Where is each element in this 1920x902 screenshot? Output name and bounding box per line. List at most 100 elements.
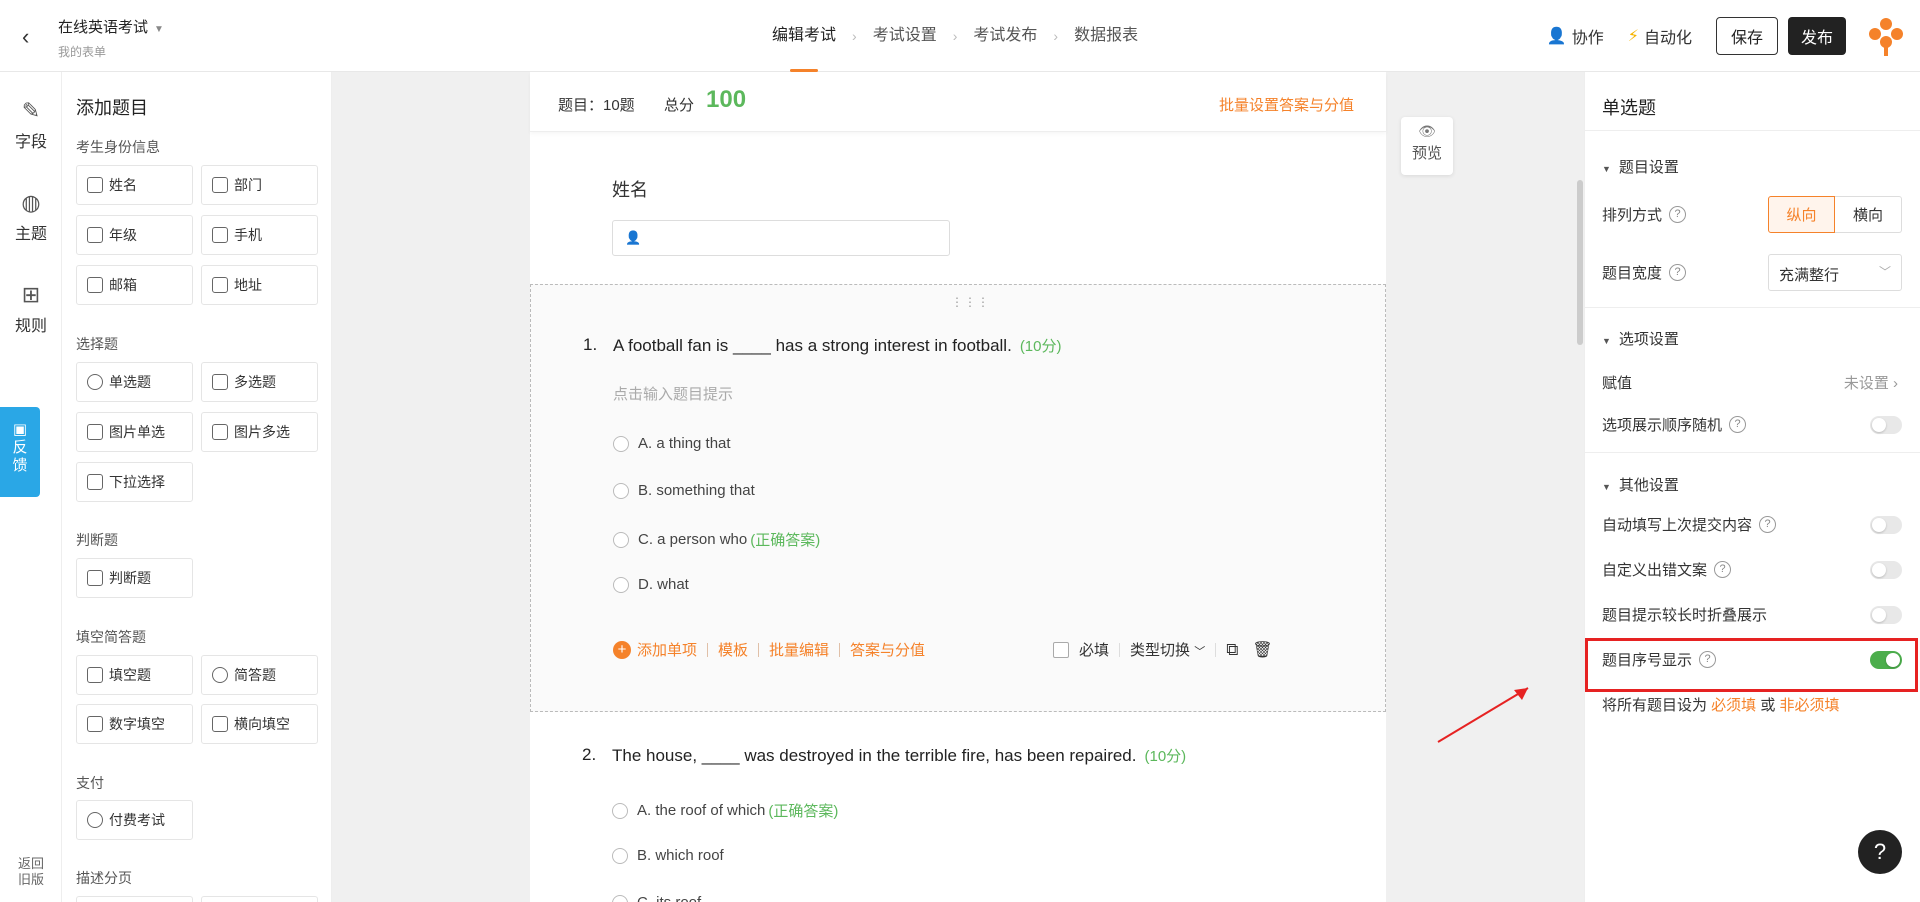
help-icon[interactable]: ? [1729, 416, 1747, 433]
scrollbar[interactable] [1577, 180, 1583, 345]
plus-circle-icon: + [613, 640, 631, 659]
copy-icon[interactable]: ⧉ [1226, 640, 1238, 660]
option-b[interactable]: B. something that [613, 482, 755, 499]
image-icon [87, 424, 103, 440]
save-button[interactable]: 保存 [1716, 17, 1778, 55]
question-text[interactable]: A football fan is ____ has a strong inte… [613, 335, 1062, 356]
section-other-settings[interactable]: ▼ 其他设置 [1602, 474, 1679, 495]
eye-icon: 👁 [1418, 123, 1436, 139]
form-subtitle[interactable]: 我的表单 [58, 43, 106, 60]
question-2-text[interactable]: The house, ____ was destroyed in the ter… [612, 745, 1186, 766]
help-icon[interactable]: ? [1669, 264, 1687, 281]
q2-option-a[interactable]: A. the roof of which (正确答案) [612, 800, 838, 821]
name-input[interactable]: 👤 [612, 220, 950, 256]
layout-vertical-option[interactable]: 纵向 [1768, 196, 1835, 233]
question-actions: 必填 类型切换 ﹀ ⧉ 🗑 [1053, 639, 1273, 660]
field-fill-blank[interactable]: 填空题 [76, 655, 193, 695]
field-image-multi[interactable]: 图片多选 [201, 412, 318, 452]
drag-handle-icon[interactable]: ⋮⋮⋮ [951, 295, 990, 309]
random-order-toggle[interactable] [1870, 416, 1902, 434]
field-email[interactable]: 邮箱 [76, 265, 193, 305]
set-not-required-link[interactable]: 非必须填 [1780, 697, 1840, 714]
q2-option-b[interactable]: B. which roof [612, 847, 724, 864]
add-option-button[interactable]: 添加单项 [637, 639, 697, 660]
custom-error-toggle[interactable] [1870, 561, 1902, 579]
lightning-icon: ⚡ [1627, 28, 1639, 45]
field-grade[interactable]: 年级 [76, 215, 193, 255]
field-department[interactable]: 部门 [201, 165, 318, 205]
user-icon [87, 177, 103, 193]
field-number-blank[interactable]: 数字填空 [76, 704, 193, 744]
help-icon[interactable]: ? [1714, 561, 1732, 578]
layout-horizontal-option[interactable]: 横向 [1835, 196, 1902, 233]
tab-exam-publish[interactable]: 考试发布 [973, 0, 1037, 72]
field-desc-partial[interactable] [76, 896, 193, 902]
rail-item-theme[interactable]: ◍ 主题 [0, 190, 62, 244]
field-page-partial[interactable] [201, 896, 318, 902]
back-to-old-version[interactable]: 返回 旧版 [0, 856, 62, 888]
type-switch-dropdown[interactable]: 类型切换 ﹀ [1130, 639, 1205, 660]
section-desc: 描述分页 [76, 870, 132, 886]
step-tabs: 编辑考试 › 考试设置 › 考试发布 › 数据报表 [772, 0, 1138, 72]
required-checkbox[interactable] [1053, 641, 1069, 658]
tab-data-report[interactable]: 数据报表 [1074, 0, 1138, 72]
question-1-card[interactable]: ⋮⋮⋮ 1. A football fan is ____ has a stro… [530, 284, 1386, 712]
feedback-tab[interactable]: ▣ 反馈 [0, 407, 40, 497]
radio-icon [612, 894, 628, 902]
form-title[interactable]: 在线英语考试 ▼ [58, 16, 164, 37]
section-question-settings[interactable]: ▼ 题目设置 [1602, 156, 1679, 177]
rail-item-rules[interactable]: ⊞ 规则 [0, 282, 62, 336]
option-d[interactable]: D. what [613, 576, 689, 593]
batch-set-answer-link[interactable]: 批量设置答案与分值 [1219, 94, 1354, 115]
field-address[interactable]: 地址 [201, 265, 318, 305]
field-short-answer[interactable]: 简答题 [201, 655, 318, 695]
back-arrow-icon[interactable]: ‹ [22, 24, 29, 50]
assign-value[interactable]: 未设置 › [1844, 372, 1898, 393]
question-hint-input[interactable]: 点击输入题目提示 [613, 383, 733, 404]
help-icon[interactable]: ? [1759, 516, 1777, 533]
rules-icon: ⊞ [21, 282, 41, 307]
random-order-label: 选项展示顺序随机? [1602, 414, 1747, 435]
field-horizontal-blank[interactable]: 横向填空 [201, 704, 318, 744]
collaborate-button[interactable]: 👤 协作 [1547, 24, 1604, 48]
field-single-choice[interactable]: 单选题 [76, 362, 193, 402]
radio-icon [613, 435, 629, 452]
required-label: 必填 [1079, 642, 1110, 659]
divider [839, 642, 841, 657]
section-judge: 判断题 [76, 532, 118, 548]
answer-score-button[interactable]: 答案与分值 [850, 639, 925, 660]
autofill-toggle[interactable] [1870, 516, 1902, 534]
section-option-settings[interactable]: ▼ 选项设置 [1602, 328, 1679, 349]
field-paid-exam[interactable]: 付费考试 [76, 800, 193, 840]
width-select[interactable]: 充满整行 ﹀ [1768, 254, 1902, 291]
fold-hint-toggle[interactable] [1870, 606, 1902, 624]
canvas-header: 题目：10题 总分 100 批量设置答案与分值 [530, 72, 1386, 132]
help-icon[interactable]: ? [1669, 206, 1687, 223]
field-dropdown[interactable]: 下拉选择 [76, 462, 193, 502]
highlight-box-annotation [1585, 638, 1918, 692]
set-all-required-row: 将所有题目设为 必须填 或 非必须填 [1602, 697, 1840, 714]
automation-button[interactable]: ⚡ 自动化 [1628, 24, 1692, 48]
option-c[interactable]: C. a person who (正确答案) [613, 529, 820, 550]
batch-edit-button[interactable]: 批量编辑 [769, 639, 829, 660]
set-required-link[interactable]: 必须填 [1711, 697, 1756, 714]
field-phone[interactable]: 手机 [201, 215, 318, 255]
question-points: (10分) [1019, 338, 1062, 355]
option-a[interactable]: A. a thing that [613, 435, 731, 452]
preview-button[interactable]: 👁 预览 [1401, 117, 1453, 175]
q2-option-c[interactable]: C. its roof [612, 894, 701, 902]
field-true-false[interactable]: 判断题 [76, 558, 193, 598]
field-image-single[interactable]: 图片单选 [76, 412, 193, 452]
template-button[interactable]: 模板 [718, 639, 748, 660]
tab-exam-settings[interactable]: 考试设置 [873, 0, 937, 72]
field-multi-choice[interactable]: 多选题 [201, 362, 318, 402]
trash-icon[interactable]: 🗑 [1252, 640, 1272, 660]
feedback-icon: ▣ [12, 421, 28, 438]
user-logo-avatar[interactable] [1866, 16, 1906, 56]
help-icon[interactable]: ? [1858, 830, 1902, 874]
tab-edit-exam[interactable]: 编辑考试 [772, 0, 836, 72]
section-choice: 选择题 [76, 336, 118, 352]
rail-item-fields[interactable]: ✎ 字段 [0, 98, 62, 152]
publish-button[interactable]: 发布 [1788, 17, 1846, 55]
field-name[interactable]: 姓名 [76, 165, 193, 205]
